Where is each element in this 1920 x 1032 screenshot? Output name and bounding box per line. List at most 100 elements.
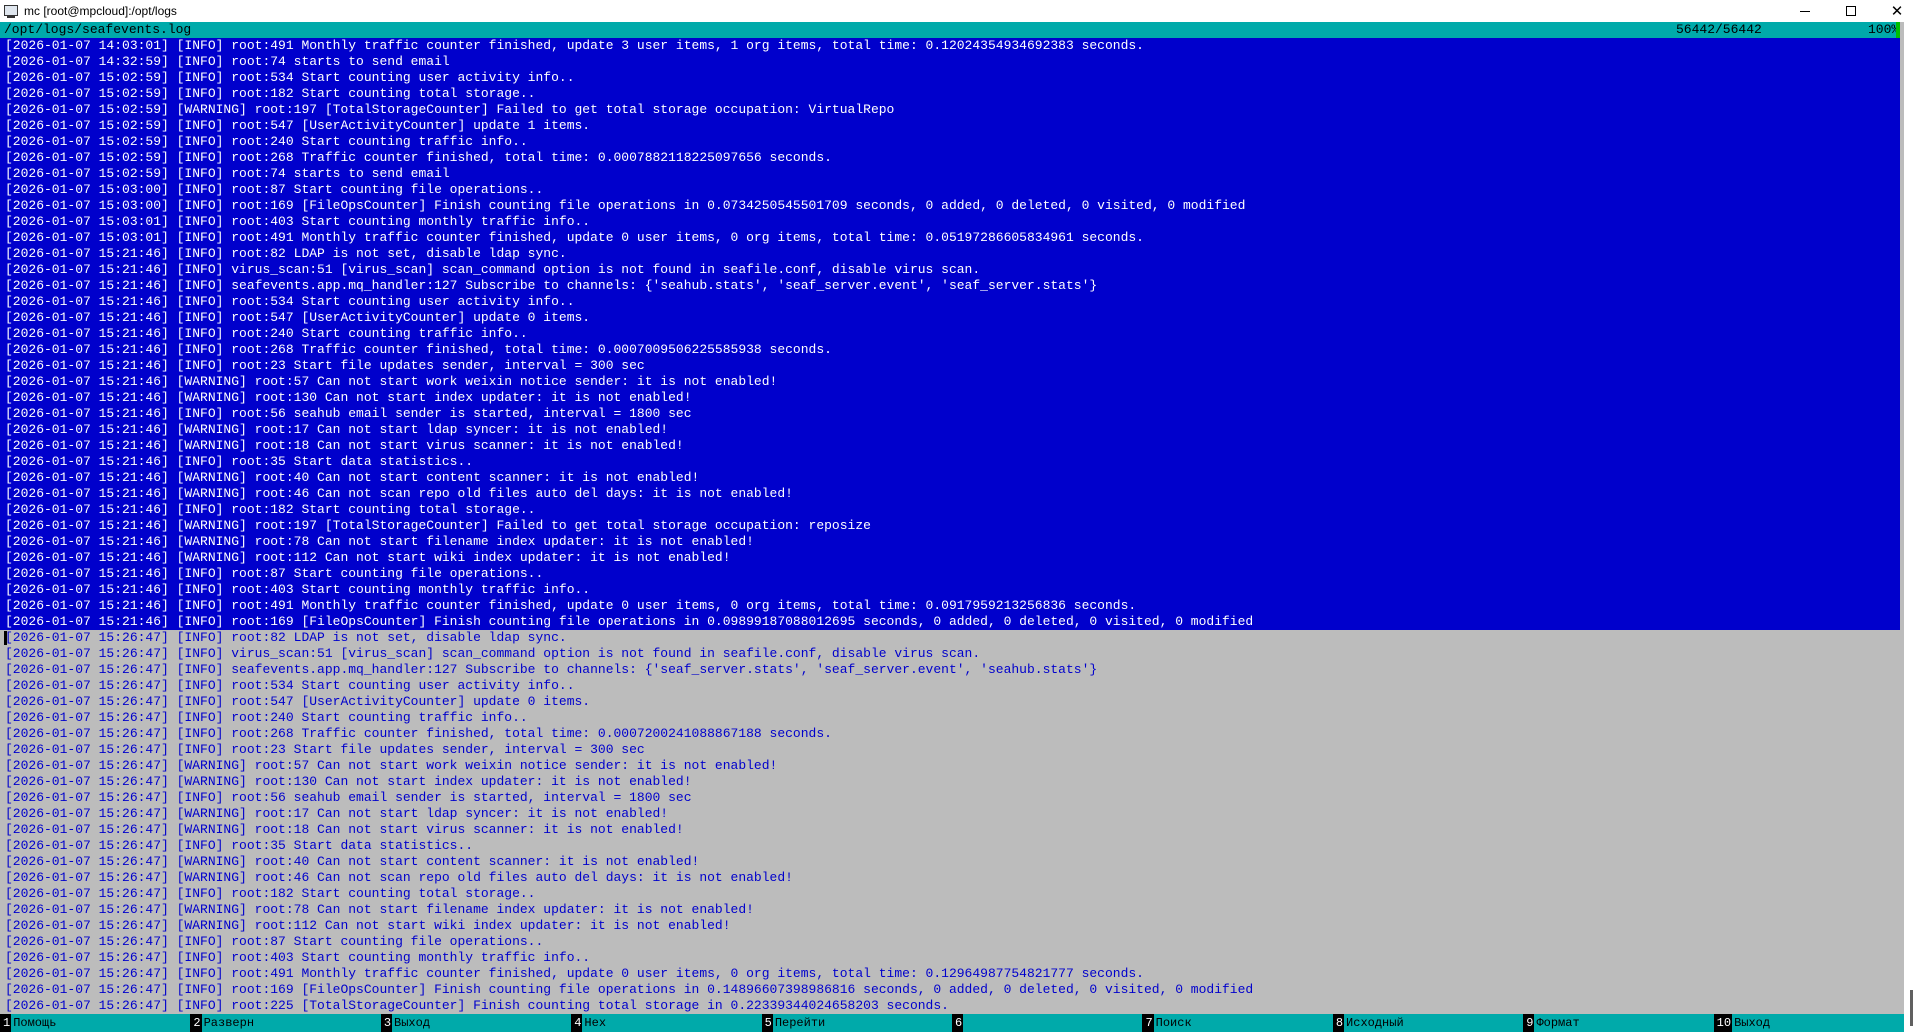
- log-line: [2026-01-07 15:02:59] [INFO] root:268 Tr…: [0, 150, 1900, 166]
- fkey-label: Выход: [394, 1016, 431, 1030]
- log-line: [2026-01-07 15:21:46] [WARNING] root:17 …: [0, 422, 1900, 438]
- scrollbar[interactable]: [1904, 22, 1920, 1032]
- window-title: mc [root@mpcloud]:/opt/logs: [24, 4, 177, 18]
- log-line: [2026-01-07 15:21:46] [INFO] virus_scan:…: [0, 262, 1900, 278]
- log-line: [2026-01-07 15:26:47] [INFO] root:491 Mo…: [0, 966, 1900, 982]
- restore-icon: [1846, 6, 1856, 16]
- log-line: [2026-01-07 15:26:47] [INFO] root:169 [F…: [0, 982, 1900, 998]
- log-line: [2026-01-07 15:26:47] [WARNING] root:130…: [0, 774, 1900, 790]
- fkey-number: 9: [1523, 1014, 1535, 1032]
- log-line: [2026-01-07 15:26:47] [INFO] root:225 [T…: [0, 998, 1900, 1014]
- fkey-number: 4: [571, 1014, 583, 1032]
- minimize-icon: [1800, 10, 1810, 12]
- fkey-label: Поиск: [1155, 1016, 1192, 1030]
- log-line: [2026-01-07 15:21:46] [INFO] root:169 [F…: [0, 614, 1900, 630]
- log-line: [2026-01-07 15:21:46] [INFO] seafevents.…: [0, 278, 1900, 294]
- fkey-9[interactable]: 9 Формат: [1523, 1014, 1713, 1032]
- fkey-5[interactable]: 5 Перейти: [761, 1014, 952, 1032]
- log-line: [2026-01-07 14:32:59] [INFO] root:74 sta…: [0, 54, 1900, 70]
- log-line: [2026-01-07 15:26:47] [WARNING] root:18 …: [0, 822, 1900, 838]
- fkey-number: 7: [1142, 1014, 1154, 1032]
- text-cursor: [4, 631, 7, 645]
- log-line: [2026-01-07 15:21:46] [INFO] root:35 Sta…: [0, 454, 1900, 470]
- log-line: [2026-01-07 15:02:59] [INFO] root:547 [U…: [0, 118, 1900, 134]
- scrollbar-thumb[interactable]: [1910, 990, 1913, 1026]
- log-line: [2026-01-07 15:21:46] [WARNING] root:112…: [0, 550, 1900, 566]
- log-line: [2026-01-07 15:26:47] [WARNING] root:78 …: [0, 902, 1900, 918]
- log-line: [2026-01-07 15:26:47] [INFO] root:182 St…: [0, 886, 1900, 902]
- log-line: [2026-01-07 15:26:47] [WARNING] root:46 …: [0, 870, 1900, 886]
- terminal-icon: [4, 4, 18, 18]
- fkey-2[interactable]: 2 Разверн: [190, 1014, 380, 1032]
- log-line: [2026-01-07 15:03:00] [INFO] root:169 [F…: [0, 198, 1900, 214]
- log-line: [2026-01-07 15:26:47] [WARNING] root:17 …: [0, 806, 1900, 822]
- fkey-10[interactable]: 10 Выход: [1713, 1014, 1904, 1032]
- log-line: [2026-01-07 15:21:46] [INFO] root:23 Sta…: [0, 358, 1900, 374]
- restore-button[interactable]: [1828, 0, 1874, 22]
- fkey-number: 5: [761, 1014, 773, 1032]
- log-line: [2026-01-07 15:26:47] [INFO] virus_scan:…: [0, 646, 1900, 662]
- log-line: [2026-01-07 15:02:59] [INFO] root:182 St…: [0, 86, 1900, 102]
- log-line: [2026-01-07 15:03:01] [INFO] root:403 St…: [0, 214, 1900, 230]
- log-line: [2026-01-07 15:26:47] [INFO] root:534 St…: [0, 678, 1900, 694]
- fkey-number: 2: [190, 1014, 202, 1032]
- log-line: [2026-01-07 15:26:47] [WARNING] root:112…: [0, 918, 1900, 934]
- window-titlebar[interactable]: mc [root@mpcloud]:/opt/logs ✕: [0, 0, 1920, 22]
- scroll-percent: 100%: [1868, 22, 1900, 37]
- log-line: [2026-01-07 15:26:47] [INFO] root:56 sea…: [0, 790, 1900, 806]
- log-line: [2026-01-07 15:26:47] [INFO] root:547 [U…: [0, 694, 1900, 710]
- log-line: [2026-01-07 15:21:46] [INFO] root:82 LDA…: [0, 246, 1900, 262]
- log-line: [2026-01-07 15:21:46] [INFO] root:87 Sta…: [0, 566, 1900, 582]
- log-line: [2026-01-07 15:21:46] [WARNING] root:78 …: [0, 534, 1900, 550]
- fkey-label: Разверн: [203, 1016, 255, 1030]
- log-line: [2026-01-07 15:21:46] [WARNING] root:40 …: [0, 470, 1900, 486]
- fkey-number: 1: [0, 1014, 12, 1032]
- fkey-8[interactable]: 8 Исходный: [1332, 1014, 1523, 1032]
- minimize-button[interactable]: [1782, 0, 1828, 22]
- fkey-label: Перейти: [774, 1016, 826, 1030]
- log-line: [2026-01-07 15:21:46] [INFO] root:547 [U…: [0, 310, 1900, 326]
- log-line: [2026-01-07 14:03:01] [INFO] root:491 Mo…: [0, 38, 1900, 54]
- log-line: [2026-01-07 15:03:00] [INFO] root:87 Sta…: [0, 182, 1900, 198]
- file-path: /opt/logs/seafevents.log: [4, 22, 192, 37]
- fkey-7[interactable]: 7 Поиск: [1142, 1014, 1332, 1032]
- function-key-bar: 1 Помощь 2 Разверн 3 Выход 4 Hex 5 Перейти 6 7 Поиск…: [0, 1014, 1904, 1032]
- terminal-viewer[interactable]: /opt/logs/seafevents.log 56442/56442 100…: [0, 22, 1904, 1032]
- log-line: [2026-01-07 15:02:59] [INFO] root:74 sta…: [0, 166, 1900, 182]
- log-line: [2026-01-07 15:26:47] [INFO] root:82 LDA…: [0, 630, 1900, 646]
- log-line: [2026-01-07 15:26:47] [INFO] root:23 Sta…: [0, 742, 1900, 758]
- fkey-label: Формат: [1536, 1016, 1580, 1030]
- fkey-4[interactable]: 4 Hex: [571, 1014, 761, 1032]
- close-icon: ✕: [1890, 3, 1904, 20]
- viewer-header: /opt/logs/seafevents.log 56442/56442 100…: [0, 22, 1900, 38]
- log-line: [2026-01-07 15:03:01] [INFO] root:491 Mo…: [0, 230, 1900, 246]
- log-line: [2026-01-07 15:26:47] [INFO] root:403 St…: [0, 950, 1900, 966]
- fkey-label: Помощь: [13, 1016, 57, 1030]
- fkey-number: 10: [1713, 1014, 1733, 1032]
- fkey-label: Исходный: [1346, 1016, 1404, 1030]
- log-line: [2026-01-07 15:26:47] [INFO] root:240 St…: [0, 710, 1900, 726]
- log-line: [2026-01-07 15:21:46] [WARNING] root:46 …: [0, 486, 1900, 502]
- log-line: [2026-01-07 15:21:46] [INFO] root:268 Tr…: [0, 342, 1900, 358]
- log-line: [2026-01-07 15:26:47] [WARNING] root:40 …: [0, 854, 1900, 870]
- log-line: [2026-01-07 15:26:47] [INFO] root:268 Tr…: [0, 726, 1900, 742]
- header-marker: [1896, 22, 1900, 38]
- fkey-number: 8: [1332, 1014, 1345, 1032]
- log-line: [2026-01-07 15:21:46] [INFO] root:491 Mo…: [0, 598, 1900, 614]
- window-controls: ✕: [1782, 0, 1920, 22]
- log-line: [2026-01-07 15:21:46] [WARNING] root:18 …: [0, 438, 1900, 454]
- log-line: [2026-01-07 15:26:47] [INFO] root:87 Sta…: [0, 934, 1900, 950]
- close-button[interactable]: ✕: [1874, 0, 1920, 22]
- log-line: [2026-01-07 15:21:46] [WARNING] root:130…: [0, 390, 1900, 406]
- fkey-1[interactable]: 1 Помощь: [0, 1014, 190, 1032]
- log-content[interactable]: [2026-01-07 14:03:01] [INFO] root:491 Mo…: [0, 38, 1900, 1014]
- log-line: [2026-01-07 15:21:46] [WARNING] root:57 …: [0, 374, 1900, 390]
- fkey-label: [963, 1014, 965, 1032]
- log-line: [2026-01-07 15:21:46] [WARNING] root:197…: [0, 518, 1900, 534]
- log-line: [2026-01-07 15:02:59] [INFO] root:534 St…: [0, 70, 1900, 86]
- fkey-3[interactable]: 3 Выход: [380, 1014, 571, 1032]
- log-line: [2026-01-07 15:26:47] [INFO] seafevents.…: [0, 662, 1900, 678]
- log-line: [2026-01-07 15:26:47] [WARNING] root:57 …: [0, 758, 1900, 774]
- fkey-6[interactable]: 6: [952, 1014, 1142, 1032]
- fkey-number: 3: [380, 1014, 393, 1032]
